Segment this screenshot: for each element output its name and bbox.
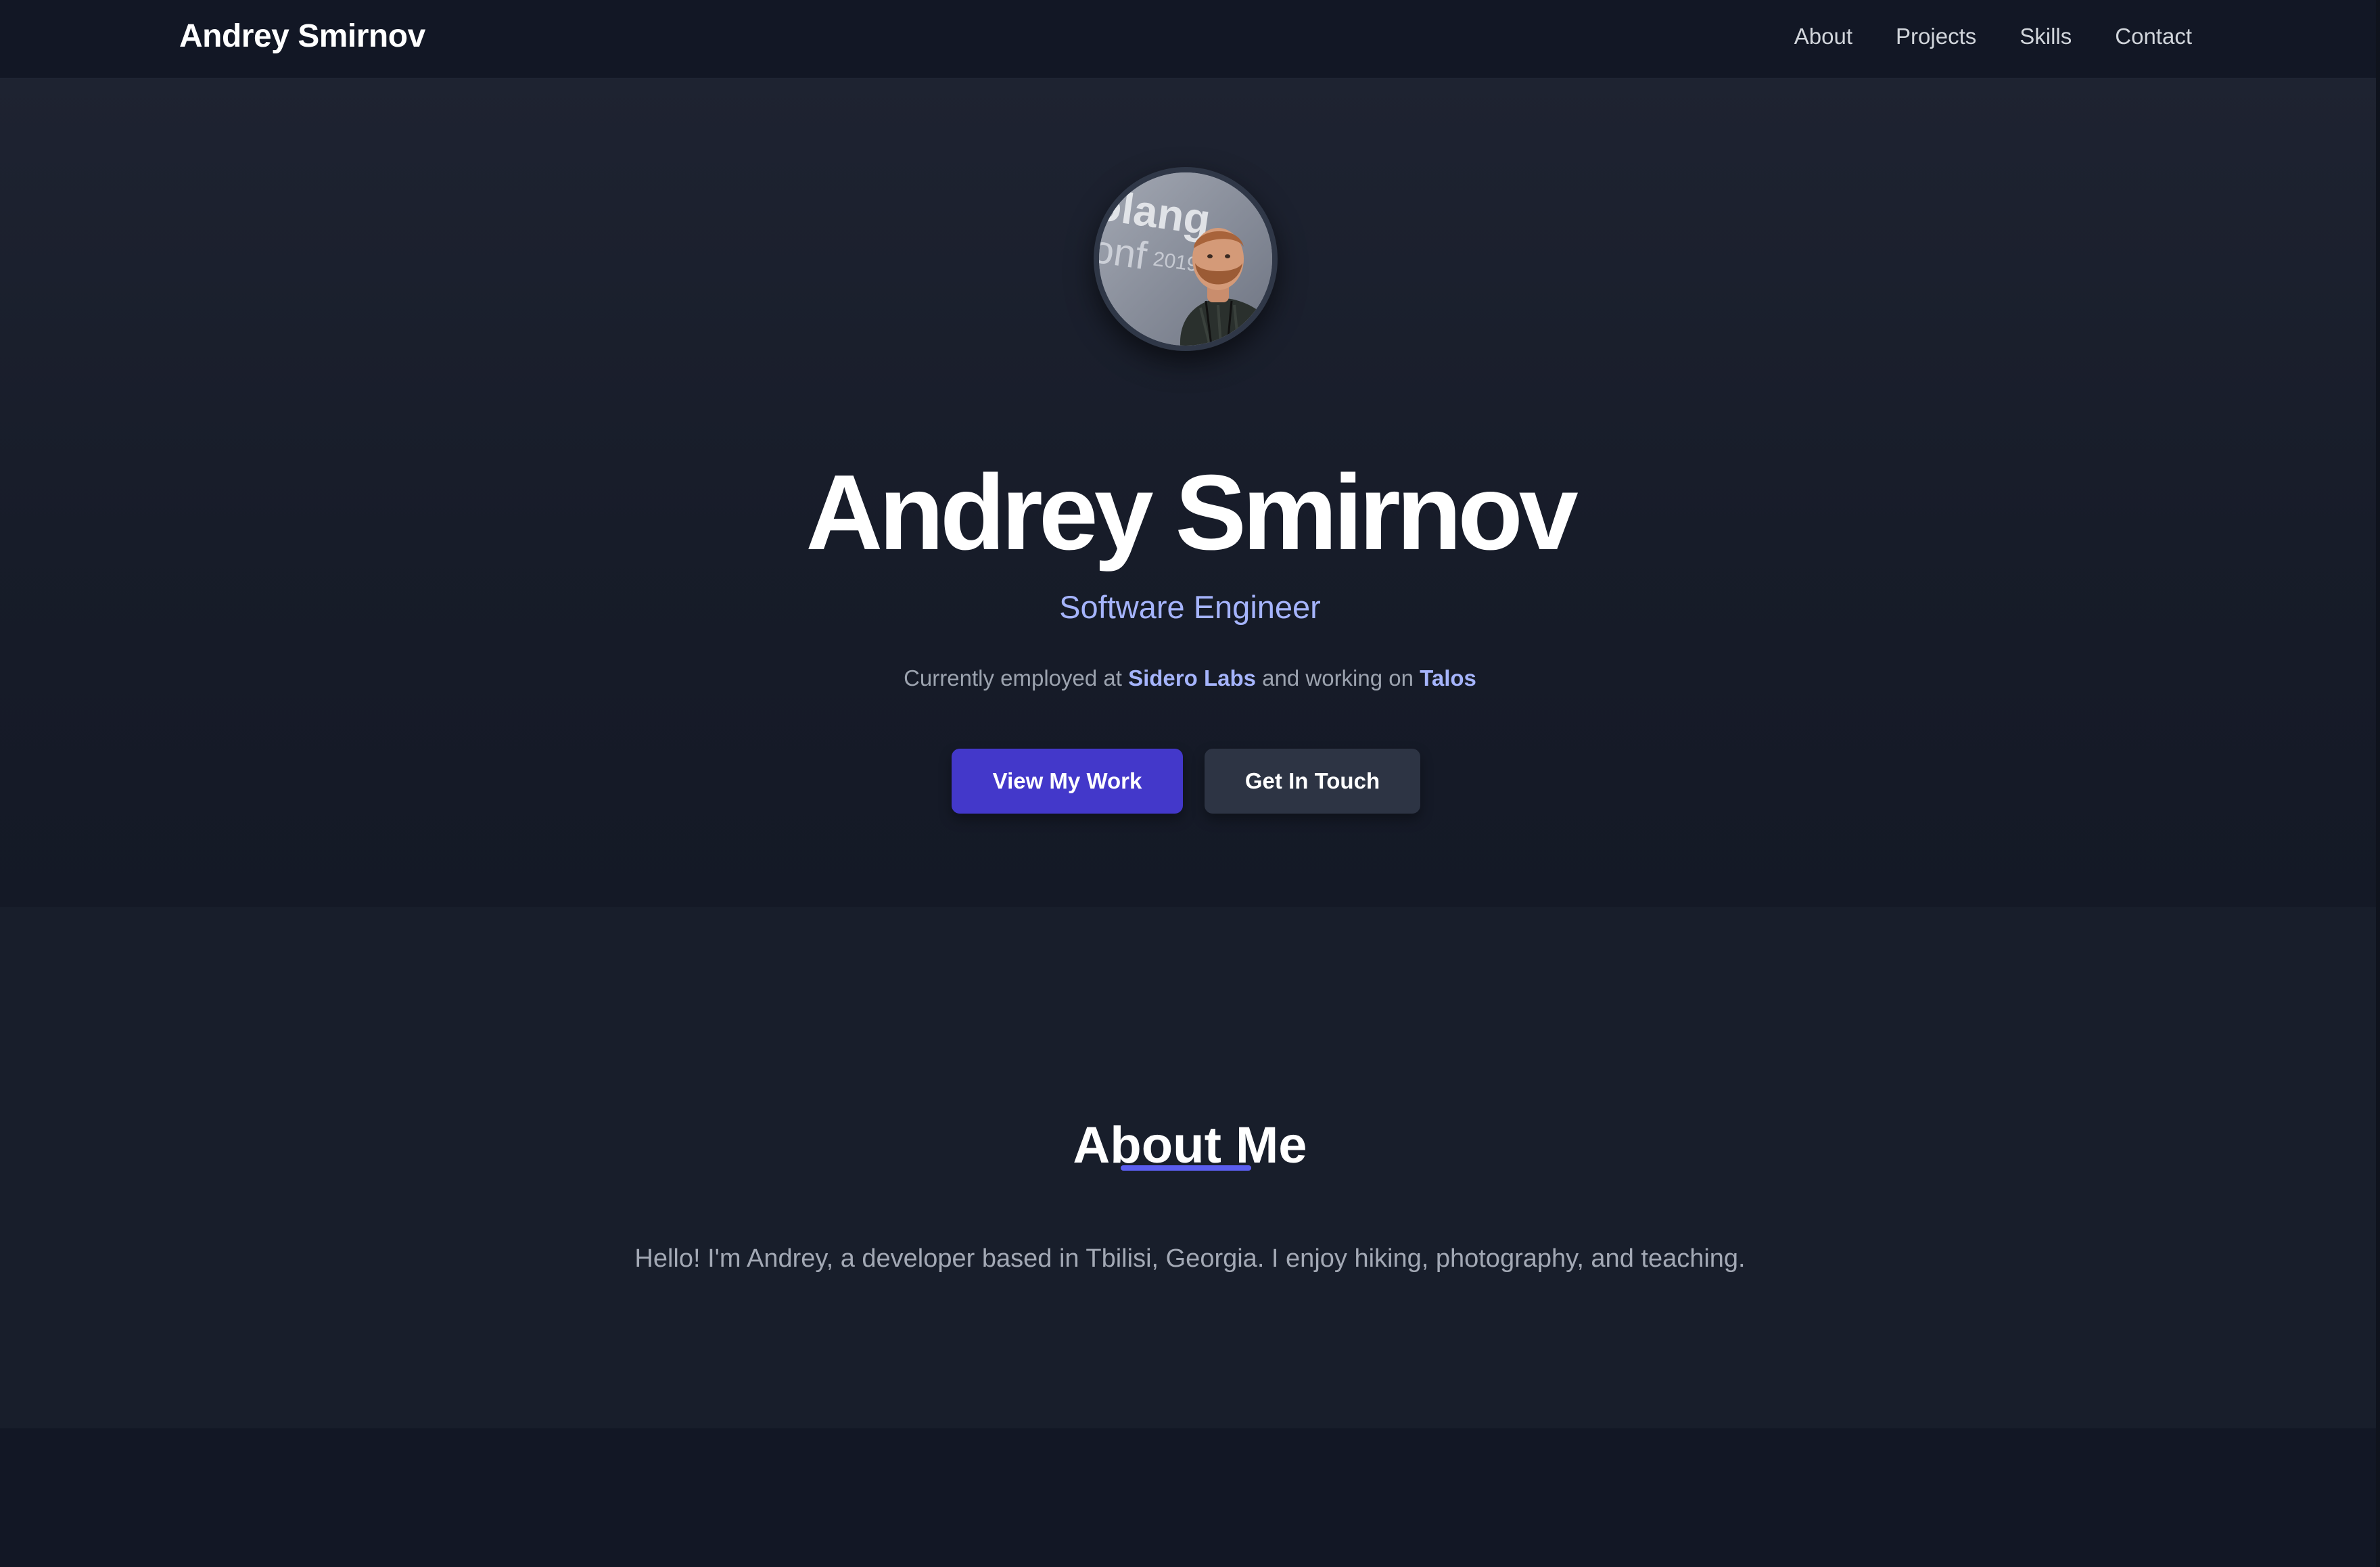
svg-text:onf: onf: [1099, 227, 1150, 279]
hero-section: olang onf 2019 Andrey Smirnov Software E…: [0, 79, 2380, 907]
employer-link[interactable]: Sidero Labs: [1128, 665, 1256, 691]
about-body: Hello! I'm Andrey, a developer based in …: [634, 1244, 1746, 1273]
nav-link-skills[interactable]: Skills: [2020, 19, 2072, 54]
about-section: About Me Hello! I'm Andrey, a developer …: [0, 907, 2380, 1428]
view-my-work-button[interactable]: View My Work: [952, 749, 1183, 814]
project-link[interactable]: Talos: [1420, 665, 1476, 691]
top-navbar: Andrey Smirnov About Projects Skills Con…: [0, 0, 2380, 79]
avatar: olang onf 2019: [1094, 167, 1278, 351]
nav-link-projects[interactable]: Projects: [1896, 19, 1976, 54]
avatar-photo: olang onf 2019: [1099, 172, 1272, 346]
get-in-touch-button[interactable]: Get In Touch: [1205, 749, 1420, 814]
about-title-underline: [1121, 1165, 1251, 1171]
employment-middle: and working on: [1262, 665, 1414, 691]
nav-link-contact[interactable]: Contact: [2115, 19, 2192, 54]
employment-prefix: Currently employed at: [904, 665, 1122, 691]
nav-links: About Projects Skills Contact: [1751, 19, 2192, 54]
next-section-band: [0, 1428, 2380, 1567]
hero-name: Andrey Smirnov: [806, 452, 1578, 572]
hero-role: Software Engineer: [1059, 589, 1321, 625]
nav-link-about[interactable]: About: [1794, 19, 1852, 54]
brand-logo-link[interactable]: Andrey Smirnov: [179, 16, 425, 57]
scrollbar[interactable]: [2376, 0, 2380, 1567]
hero-employment: Currently employed at Sidero Labs and wo…: [0, 659, 2380, 697]
